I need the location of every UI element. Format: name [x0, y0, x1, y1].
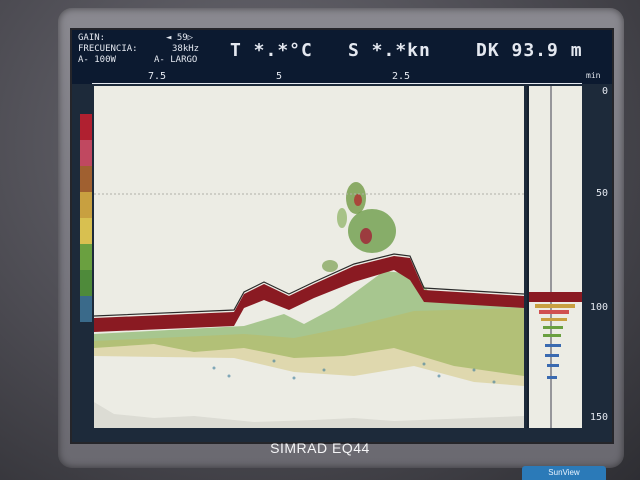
color-scale-bar: [80, 86, 92, 428]
echogram-graphic: [94, 182, 524, 428]
scale-unit-label: min: [586, 71, 601, 80]
depth-tick-label: 50: [595, 188, 608, 199]
scale-tick-label: 7.5: [148, 71, 167, 82]
scale-tick-label: 5: [276, 71, 283, 82]
depth-tick-label: 100: [589, 302, 608, 313]
depth-tick-label: 0: [601, 86, 608, 97]
scale-line: [92, 83, 582, 84]
sunview-badge: SunView: [522, 466, 606, 480]
range-mode: A- LARGO: [154, 55, 198, 65]
zoom-graphic: [529, 86, 582, 428]
horizontal-scale: 7.5 5 2.5 min: [72, 70, 612, 84]
depth-readout: DK 93.9 m: [476, 40, 583, 61]
power-value: A- 100W: [78, 55, 116, 65]
gain-label: GAIN:: [78, 33, 106, 43]
frequency-label: FRECUENCIA:: [78, 44, 138, 54]
zoom-window: [527, 86, 582, 428]
device-brand-label: SIMRAD EQ44: [270, 440, 370, 456]
scale-tick-label: 2.5: [392, 71, 411, 82]
frequency-value: 38kHz: [172, 44, 200, 54]
speed-readout: S *.*kn: [348, 40, 431, 61]
gain-value[interactable]: ◄ 59▷: [166, 33, 193, 43]
depth-scale: 0 50 100 150: [582, 86, 612, 436]
depth-tick-label: 150: [589, 412, 608, 423]
status-header: GAIN: ◄ 59▷ FRECUENCIA: 38kHz A- 100W A-…: [72, 30, 612, 70]
echogram: [94, 86, 524, 428]
echosounder-screen: GAIN: ◄ 59▷ FRECUENCIA: 38kHz A- 100W A-…: [70, 28, 614, 444]
temperature-readout: T *.*°C: [230, 40, 313, 61]
